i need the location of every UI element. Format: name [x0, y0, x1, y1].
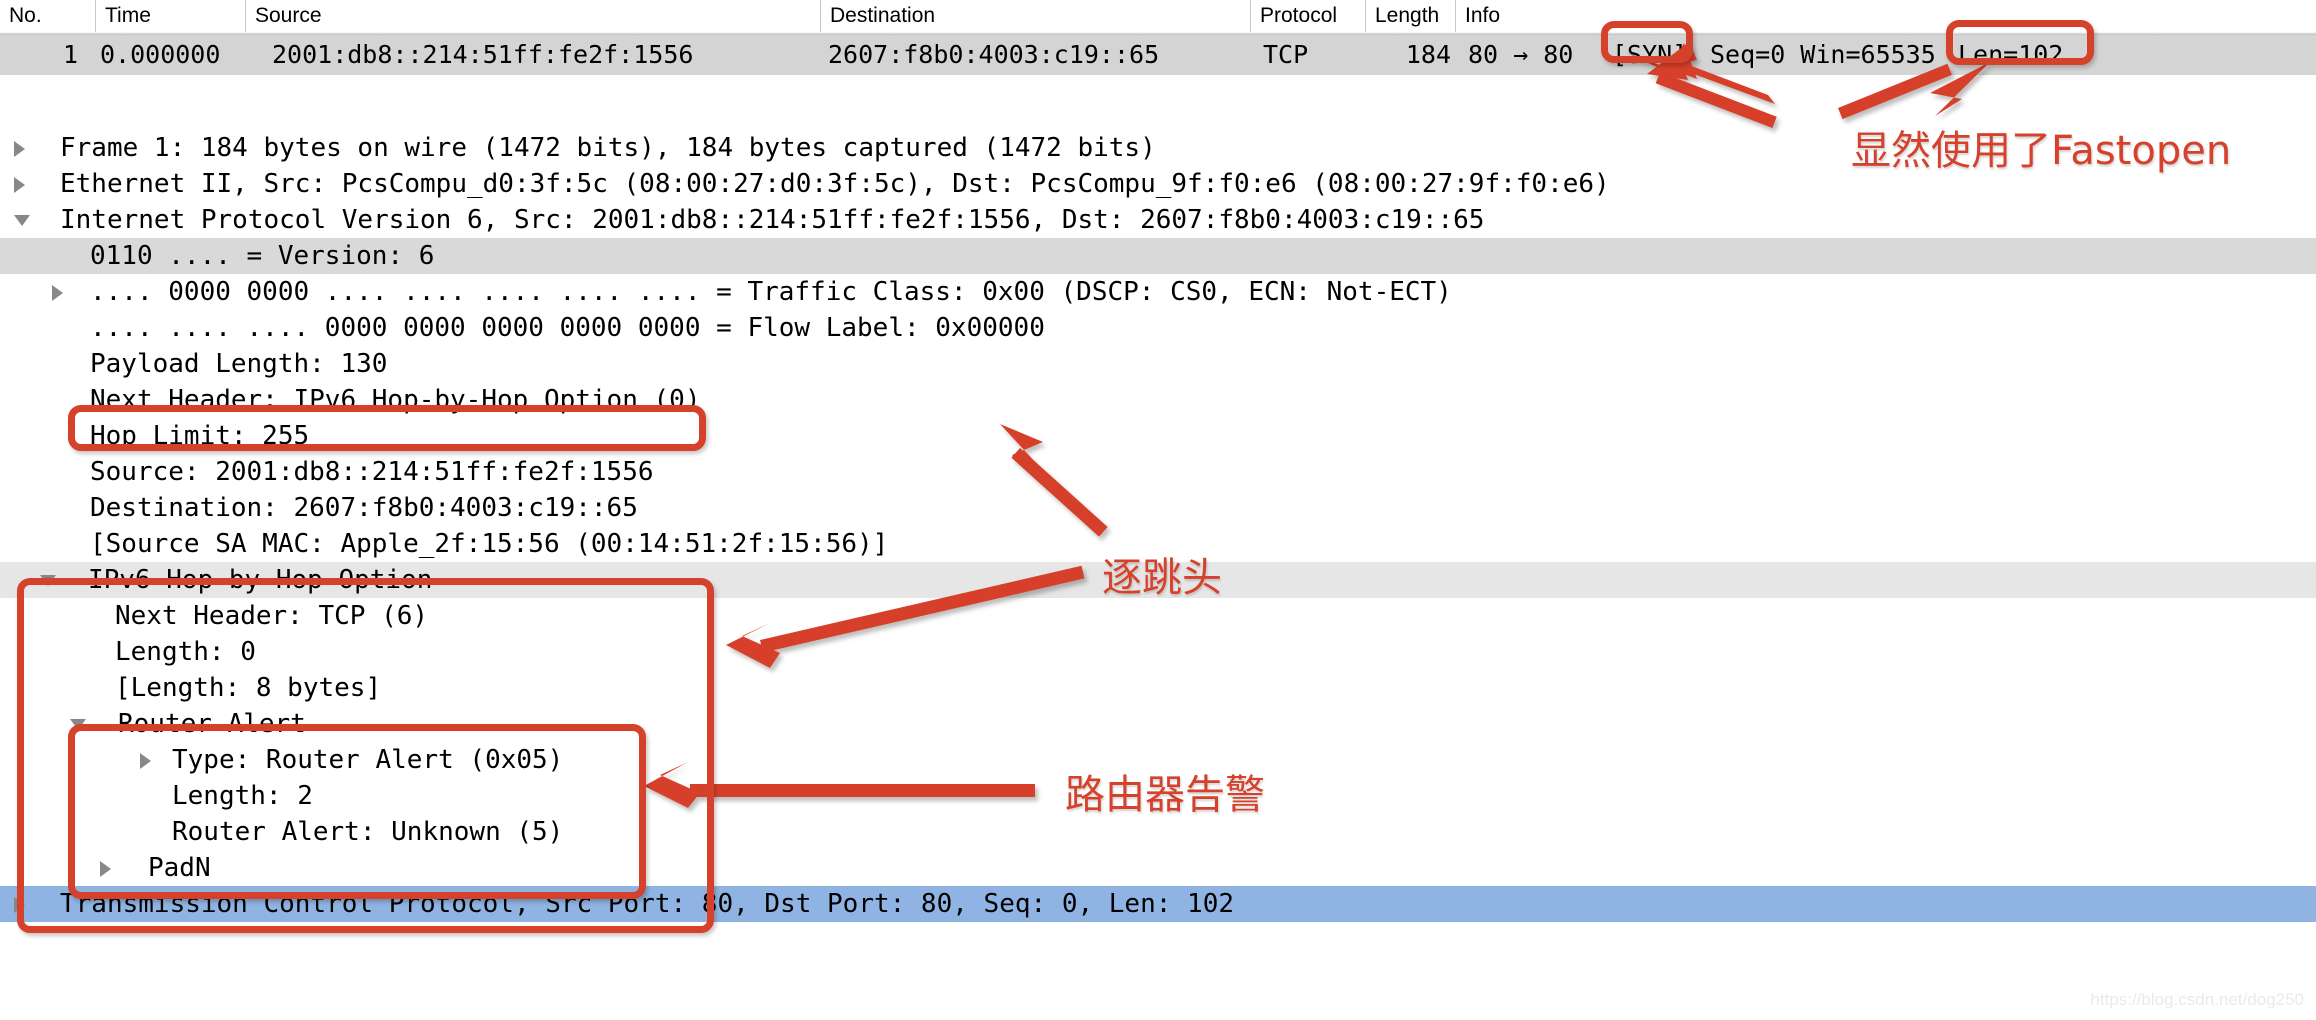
packet-list-row-1[interactable]: 1 0.000000 2001:db8::214:51ff:fe2f:1556 … — [0, 35, 2316, 75]
detail-tree-row-label: Destination: 2607:f8b0:4003:c19::65 — [90, 493, 638, 523]
detail-tree-row-label: Router Alert: Unknown (5) — [172, 817, 564, 847]
detail-tree-row-label: Ethernet II, Src: PcsCompu_d0:3f:5c (08:… — [60, 169, 1610, 199]
detail-tree-row-label: Frame 1: 184 bytes on wire (1472 bits), … — [60, 133, 1156, 163]
cell-info-syn: [SYN] — [1612, 40, 1688, 69]
detail-tree-row[interactable]: Length: 0 — [0, 634, 2316, 670]
detail-tree-row[interactable]: .... 0000 0000 .... .... .... .... .... … — [0, 274, 2316, 310]
column-header-time-label: Time — [105, 4, 151, 27]
cell-protocol: TCP — [1263, 40, 1309, 69]
detail-tree-row-label: Next Header: IPv6 Hop-by-Hop Option (0) — [90, 385, 701, 415]
detail-tree-row[interactable]: Hop Limit: 255 — [0, 418, 2316, 454]
detail-tree-row-label: Internet Protocol Version 6, Src: 2001:d… — [60, 205, 1485, 235]
detail-tree-row[interactable]: Router Alert — [0, 706, 2316, 742]
detail-tree-row-label: PadN — [148, 853, 211, 883]
column-header-time[interactable]: Time — [95, 0, 245, 32]
detail-tree-row-label: [Source SA MAC: Apple_2f:15:56 (00:14:51… — [90, 529, 889, 559]
arrow-shaft-syn — [1655, 71, 1777, 128]
detail-tree-row-label: 0110 .... = Version: 6 — [90, 241, 435, 271]
detail-tree-row-label: Type: Router Alert (0x05) — [172, 745, 564, 775]
column-header-length[interactable]: Length — [1365, 0, 1455, 32]
detail-tree-row-label: Payload Length: 130 — [90, 349, 388, 379]
detail-tree-row-label: Hop Limit: 255 — [90, 421, 310, 451]
detail-tree-row[interactable]: Ethernet II, Src: PcsCompu_d0:3f:5c (08:… — [0, 166, 2316, 202]
column-header-no[interactable]: No. — [0, 0, 95, 32]
detail-tree-row[interactable]: Next Header: IPv6 Hop-by-Hop Option (0) — [0, 382, 2316, 418]
detail-tree-row[interactable]: 0110 .... = Version: 6 — [0, 238, 2316, 274]
column-header-destination-label: Destination — [830, 4, 936, 27]
column-header-length-label: Length — [1375, 4, 1440, 27]
chevron-down-icon[interactable] — [14, 215, 30, 226]
column-header-protocol-label: Protocol — [1260, 4, 1338, 27]
cell-info-seq: Seq=0 Win=65535 — [1710, 40, 1936, 69]
packet-details-pane[interactable]: Frame 1: 184 bytes on wire (1472 bits), … — [0, 130, 2316, 922]
detail-tree-row[interactable]: Payload Length: 130 — [0, 346, 2316, 382]
detail-tree-row[interactable]: Source: 2001:db8::214:51ff:fe2f:1556 — [0, 454, 2316, 490]
detail-tree-row[interactable]: IPv6 Hop-by-Hop Option — [0, 562, 2316, 598]
chevron-right-icon[interactable] — [14, 141, 25, 157]
cell-info-ports: 80 → 80 — [1468, 40, 1574, 69]
detail-tree-row[interactable]: [Length: 8 bytes] — [0, 670, 2316, 706]
detail-tree-row-label: Source: 2001:db8::214:51ff:fe2f:1556 — [90, 457, 654, 487]
column-header-source-label: Source — [255, 4, 322, 27]
cell-source: 2001:db8::214:51ff:fe2f:1556 — [272, 40, 694, 69]
column-header-info[interactable]: Info — [1455, 0, 2316, 32]
packet-list-pane[interactable]: No. Time Source Destination Protocol Len… — [0, 0, 2316, 75]
chevron-right-icon[interactable] — [52, 285, 63, 301]
column-header-destination[interactable]: Destination — [820, 0, 1250, 32]
column-header-source[interactable]: Source — [245, 0, 820, 32]
detail-tree-row[interactable]: Router Alert: Unknown (5) — [0, 814, 2316, 850]
cell-time: 0.000000 — [100, 40, 221, 69]
detail-tree-row-label: Next Header: TCP (6) — [115, 601, 429, 631]
detail-tree-row-label: Length: 2 — [172, 781, 313, 811]
detail-tree-row-label: .... .... .... 0000 0000 0000 0000 0000 … — [90, 313, 1045, 343]
detail-tree-row[interactable]: Internet Protocol Version 6, Src: 2001:d… — [0, 202, 2316, 238]
detail-tree-row[interactable]: Destination: 2607:f8b0:4003:c19::65 — [0, 490, 2316, 526]
detail-tree-row-label: Router Alert — [118, 709, 306, 739]
chevron-right-icon[interactable] — [140, 753, 151, 769]
detail-tree-row[interactable]: Length: 2 — [0, 778, 2316, 814]
column-header-info-label: Info — [1465, 4, 1501, 27]
detail-tree-row[interactable]: Frame 1: 184 bytes on wire (1472 bits), … — [0, 130, 2316, 166]
cell-length: 184 — [1405, 40, 1451, 69]
detail-tree-row[interactable]: Transmission Control Protocol, Src Port:… — [0, 886, 2316, 922]
detail-tree-row[interactable]: Type: Router Alert (0x05) — [0, 742, 2316, 778]
chevron-down-icon[interactable] — [40, 575, 56, 586]
chevron-right-icon[interactable] — [14, 897, 25, 913]
detail-tree-row-label: IPv6 Hop-by-Hop Option — [88, 565, 433, 595]
column-header-protocol[interactable]: Protocol — [1250, 0, 1365, 32]
detail-tree-row-label: Transmission Control Protocol, Src Port:… — [60, 889, 1234, 919]
detail-tree-row[interactable]: .... .... .... 0000 0000 0000 0000 0000 … — [0, 310, 2316, 346]
chevron-right-icon[interactable] — [14, 177, 25, 193]
column-header-no-label: No. — [9, 4, 42, 27]
detail-tree-row-label: Length: 0 — [115, 637, 256, 667]
detail-tree-row[interactable]: [Source SA MAC: Apple_2f:15:56 (00:14:51… — [0, 526, 2316, 562]
detail-tree-row-label: [Length: 8 bytes] — [115, 673, 382, 703]
cell-destination: 2607:f8b0:4003:c19::65 — [828, 40, 1160, 69]
cell-info-len: Len=102 — [1958, 40, 2064, 69]
chevron-down-icon[interactable] — [70, 719, 86, 730]
detail-tree-row-label: .... 0000 0000 .... .... .... .... .... … — [90, 277, 1452, 307]
chevron-right-icon[interactable] — [100, 861, 111, 877]
cell-no: 1 — [62, 40, 78, 69]
watermark: https://blog.csdn.net/dog250 — [2090, 990, 2304, 1009]
detail-tree-row[interactable]: Next Header: TCP (6) — [0, 598, 2316, 634]
detail-tree-row[interactable]: PadN — [0, 850, 2316, 886]
